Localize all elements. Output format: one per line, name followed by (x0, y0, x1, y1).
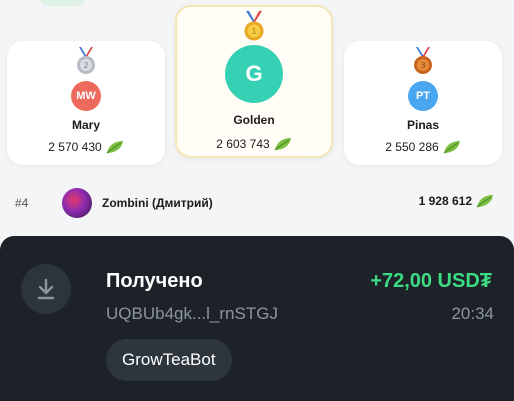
notification-title: Получено (106, 270, 203, 292)
silver-medal-icon: 2 (77, 47, 95, 74)
svg-text:1: 1 (251, 27, 256, 36)
transaction-time: 20:34 (451, 304, 494, 323)
sender-address: UQBUb4gk...l_rnSTGJ (106, 304, 278, 323)
player-name: Zombini (Дмитрий) (102, 196, 213, 210)
podium-card-first[interactable]: 1 G Golden 2 603 743 (175, 5, 333, 158)
rank-number: #4 (15, 196, 29, 210)
download-arrow-icon (37, 278, 55, 300)
list-item[interactable]: #4 Zombini (Дмитрий) 1 928 612 (0, 186, 514, 220)
tea-leaf-icon (106, 141, 123, 154)
tea-leaf-icon (476, 195, 493, 208)
player-name: Mary (71, 118, 100, 132)
source-bot-chip[interactable]: GrowTeaBot (106, 339, 232, 381)
player-score: 1 928 612 (419, 194, 494, 208)
download-icon (21, 264, 71, 314)
avatar: PT (408, 81, 438, 111)
leaderboard: 2 MW Mary 2 570 430 1 G Golden 2 603 743 (0, 0, 514, 234)
transaction-amount: +72,00 USD₮ (370, 270, 492, 292)
score-value: 2 603 743 (216, 137, 270, 151)
podium-card-third[interactable]: 3 PT Pinas 2 550 286 (344, 41, 502, 165)
player-score: 2 550 286 (344, 140, 502, 154)
podium-card-second[interactable]: 2 MW Mary 2 570 430 (7, 41, 165, 165)
gold-medal-icon: 1 (244, 11, 264, 41)
score-value: 2 550 286 (385, 140, 439, 154)
player-score: 2 570 430 (7, 140, 165, 154)
player-name: Pinas (406, 118, 439, 132)
avatar: MW (71, 81, 101, 111)
player-score: 2 603 743 (177, 137, 331, 151)
top-tab-fragment (40, 0, 85, 6)
tea-leaf-icon (443, 141, 460, 154)
svg-text:2: 2 (83, 61, 88, 70)
tea-leaf-icon (274, 138, 291, 151)
transaction-notification[interactable]: Получено +72,00 USD₮ UQBUb4gk...l_rnSTGJ… (0, 236, 514, 401)
player-name: Golden (233, 113, 275, 127)
score-value: 1 928 612 (418, 194, 472, 208)
bronze-medal-icon: 3 (414, 47, 432, 74)
svg-text:3: 3 (420, 61, 425, 70)
avatar: G (225, 45, 283, 103)
avatar (62, 188, 92, 218)
score-value: 2 570 430 (48, 140, 102, 154)
